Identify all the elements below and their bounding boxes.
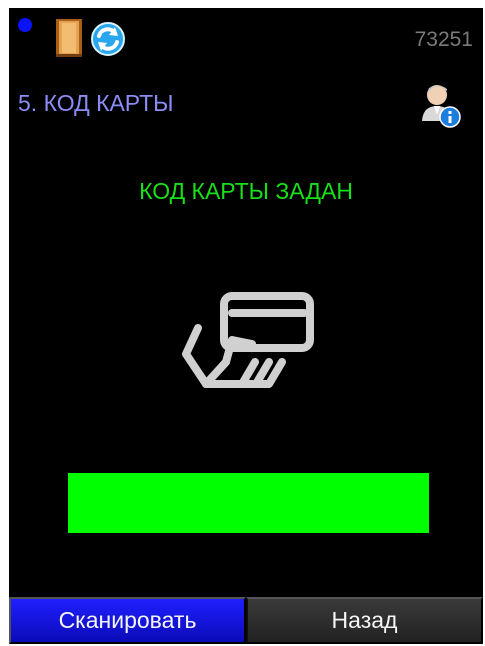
progress-bar <box>68 473 429 533</box>
hand-card-icon <box>182 292 314 388</box>
progress-fill <box>68 473 429 533</box>
status-message: КОД КАРТЫ ЗАДАН <box>139 178 353 204</box>
page-title: 5. КОД КАРТЫ <box>18 90 174 116</box>
device-id: 73251 <box>414 28 473 51</box>
door-icon[interactable] <box>55 18 83 58</box>
back-button[interactable]: Назад <box>246 597 483 644</box>
scan-button[interactable]: Сканировать <box>9 597 246 644</box>
user-info-icon[interactable] <box>417 81 461 129</box>
sync-icon[interactable] <box>90 21 126 57</box>
connection-status-indicator <box>18 18 32 32</box>
bottom-button-bar: Сканировать Назад <box>9 597 483 644</box>
device-screen: 73251 5. КОД КАРТЫ КОД КАРТЫ ЗАДАН Скани… <box>9 8 483 644</box>
